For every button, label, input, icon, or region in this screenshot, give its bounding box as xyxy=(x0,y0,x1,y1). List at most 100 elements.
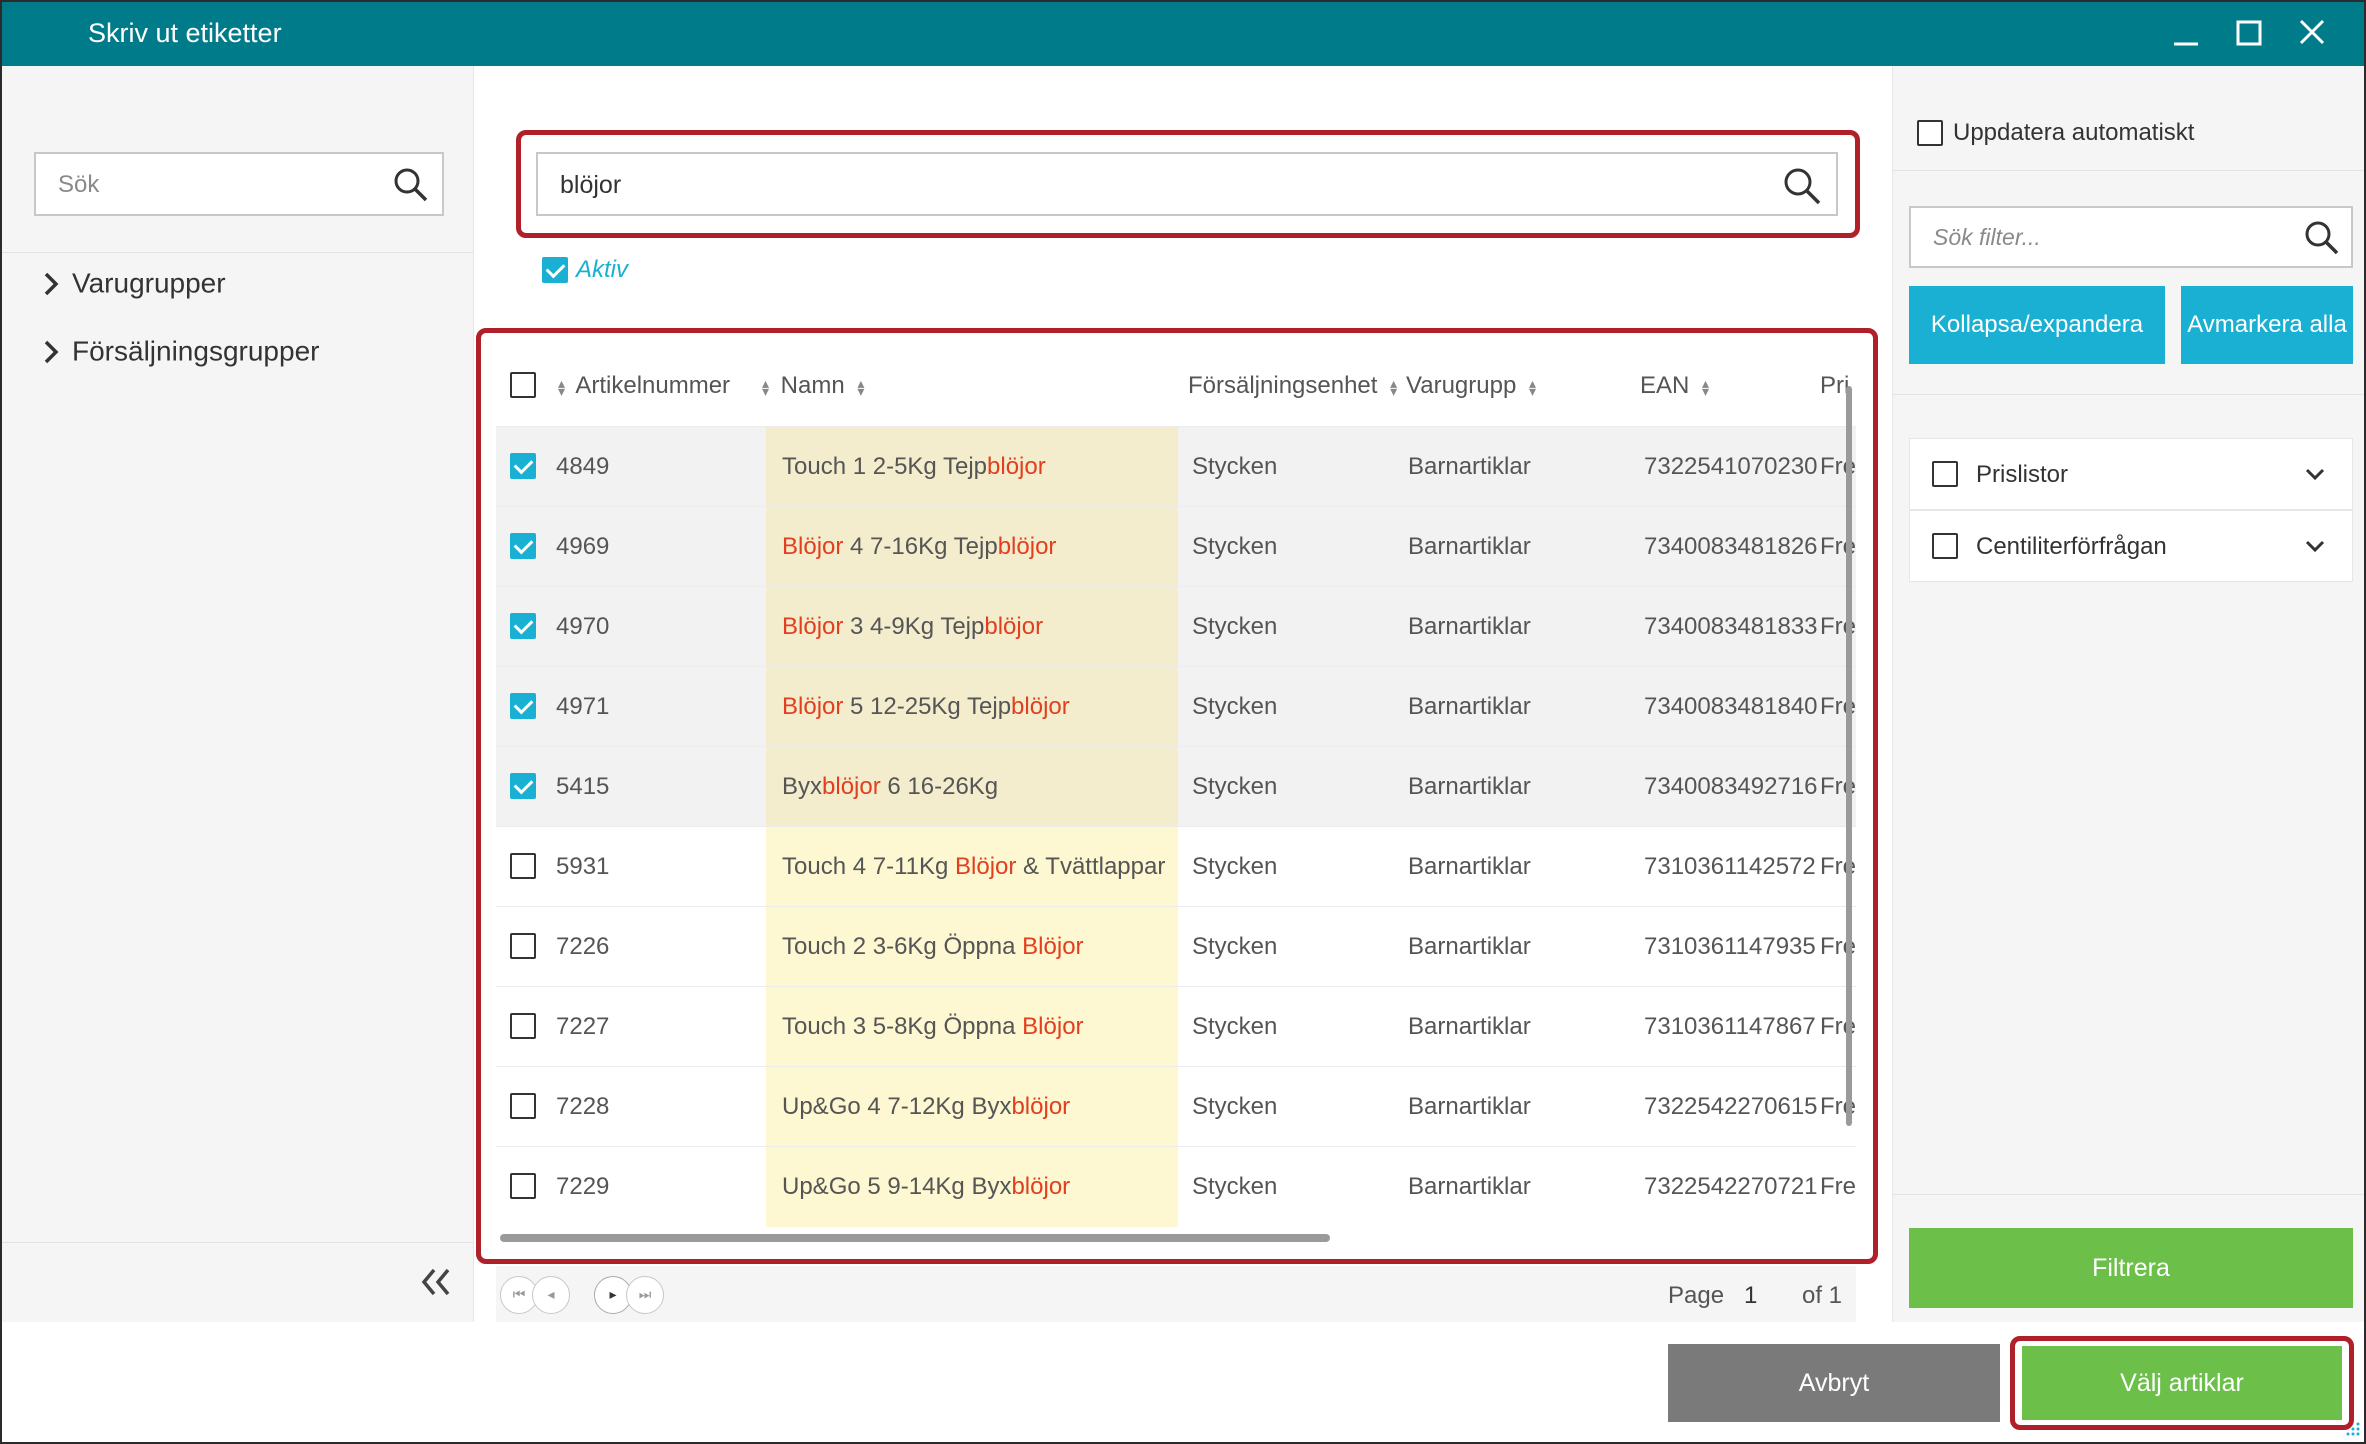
table-row[interactable]: 4849 Touch 1 2-5Kg Tejpblöjor Stycken Barna… xyxy=(496,426,1856,507)
checkbox[interactable] xyxy=(542,257,568,283)
aktiv-label: Aktiv xyxy=(576,256,629,283)
cell-forsaljningsenhet: Stycken xyxy=(1192,1093,1278,1120)
table-row[interactable]: 5415 Byxblöjor 6 16-26Kg Stycken Barnartikl… xyxy=(496,746,1856,827)
table-row[interactable]: 5931 Touch 4 7-11Kg Blöjor & Tvättlappar S… xyxy=(496,826,1856,907)
search-icon[interactable] xyxy=(392,166,430,204)
row-checkbox[interactable] xyxy=(510,693,536,719)
name-text: Touch 1 2-5Kg Tejp xyxy=(782,453,988,480)
row-checkbox[interactable] xyxy=(510,533,536,559)
row-checkbox[interactable] xyxy=(510,453,536,479)
cell-namn: Touch 3 5-8Kg Öppna Blöjor xyxy=(782,1013,1084,1041)
tree-search-input[interactable]: Sök xyxy=(34,152,444,216)
filter-search-input[interactable]: Sök filter... xyxy=(1909,206,2353,268)
cell-ean: 7322542270615 xyxy=(1644,1093,1818,1120)
aktiv-checkbox[interactable]: Aktiv xyxy=(542,256,628,290)
minimize-button[interactable] xyxy=(2162,12,2210,56)
cell-ean: 7340083481826 xyxy=(1644,533,1818,560)
maximize-icon xyxy=(2236,20,2262,46)
close-button[interactable] xyxy=(2288,12,2336,56)
collapse-panel-icon[interactable] xyxy=(416,1262,456,1302)
filter-label: Prislistor xyxy=(1976,461,2069,488)
row-checkbox[interactable] xyxy=(510,1093,536,1119)
search-match-text: Blöjor xyxy=(782,693,844,720)
cell-varugrupp: Barnartiklar xyxy=(1408,533,1531,560)
cell-varugrupp: Barnartiklar xyxy=(1408,773,1531,800)
cell-forsaljningsenhet: Stycken xyxy=(1192,613,1278,640)
cancel-button[interactable]: Avbryt xyxy=(1668,1344,2000,1422)
cell-forsaljningsenhet: Stycken xyxy=(1192,1173,1278,1200)
cell-ean: 7310361147935 xyxy=(1644,933,1816,960)
vertical-scrollbar[interactable] xyxy=(1846,386,1852,1126)
cell-forsaljningsenhet: Stycken xyxy=(1192,853,1278,880)
collapse-expand-button[interactable]: Kollapsa/expandera xyxy=(1909,286,2165,364)
row-checkbox[interactable] xyxy=(510,1013,536,1039)
sort-icon: ▴ ▾ xyxy=(1390,374,1398,399)
checkbox[interactable] xyxy=(1932,533,1958,559)
column-header-artikelnummer[interactable]: ▴ ▾ Artikelnummer xyxy=(552,372,730,400)
column-header-varugrupp[interactable]: Varugrupp ▴ ▾ xyxy=(1406,372,1541,400)
sort-icon: ▴ ▾ xyxy=(1702,374,1710,399)
row-checkbox[interactable] xyxy=(510,773,536,799)
last-page-button[interactable]: ⏭ xyxy=(626,1276,664,1314)
cell-varugrupp: Barnartiklar xyxy=(1408,1173,1531,1200)
table-row[interactable]: 7228 Up&Go 4 7-12Kg Byxblöjor Stycken Barna… xyxy=(496,1066,1856,1147)
cell-ean: 7310361142572 xyxy=(1644,853,1816,880)
row-checkbox[interactable] xyxy=(510,613,536,639)
search-match-text: blöjor xyxy=(1011,693,1070,720)
column-header-pri[interactable]: Pri xyxy=(1820,372,1849,400)
table-row[interactable]: 7226 Touch 2 3-6Kg Öppna Blöjor Stycken Bar… xyxy=(496,906,1856,987)
table-row[interactable]: 4969 Blöjor 4 7-16Kg Tejpblöjor Stycken Bar… xyxy=(496,506,1856,587)
column-header-forsaljningsenhet[interactable]: Försäljningsenhet ▴ ▾ xyxy=(1188,372,1402,400)
name-text: Up&Go 4 7-12Kg Byx xyxy=(782,1093,1012,1120)
row-checkbox[interactable] xyxy=(510,933,536,959)
name-text: 5 12-25Kg Tejp xyxy=(843,693,1012,720)
name-text: 3 4-9Kg Tejp xyxy=(843,613,985,640)
table-row[interactable]: 7227 Touch 3 5-8Kg Öppna Blöjor Stycken Bar… xyxy=(496,986,1856,1067)
sort-icon: ▴ ▾ xyxy=(558,374,566,399)
column-label: Pri xyxy=(1820,372,1850,399)
footer: Avbryt Välj artiklar xyxy=(2,1324,2364,1442)
column-label: Artikelnummer xyxy=(575,372,731,399)
filter-item-prislistor[interactable]: Prislistor xyxy=(1909,438,2353,510)
cell-artikelnummer: 7227 xyxy=(556,1013,610,1040)
deselect-all-button[interactable]: Avmarkera alla xyxy=(2181,286,2353,364)
filter-item-centiliterforfragan[interactable]: Centiliterförfrågan xyxy=(1909,510,2353,582)
table-row[interactable]: 4971 Blöjor 5 12-25Kg Tejpblöjor Stycken Ba… xyxy=(496,666,1856,747)
chevron-down-icon[interactable] xyxy=(2304,463,2326,485)
horizontal-scrollbar[interactable] xyxy=(500,1234,1330,1242)
cell-ean: 7322541070230 xyxy=(1644,453,1818,480)
column-label: Försäljningsenhet xyxy=(1188,372,1378,399)
row-checkbox[interactable] xyxy=(510,1173,536,1199)
select-all-checkbox[interactable] xyxy=(510,372,536,398)
cell-artikelnummer: 7226 xyxy=(556,933,610,960)
cell-artikelnummer: 7229 xyxy=(556,1173,610,1200)
title-bar: Skriv ut etiketter xyxy=(2,2,2364,66)
table-row[interactable]: 7229 Up&Go 5 9-14Kg Byxblöjor Stycken Barna… xyxy=(496,1146,1856,1227)
column-header-namn[interactable]: ▴ ▾ Namn ▴ ▾ xyxy=(756,372,869,400)
search-icon[interactable] xyxy=(1782,166,1822,206)
checkbox[interactable] xyxy=(1932,461,1958,487)
divider xyxy=(2,1242,474,1243)
name-text: & Tvättlappar xyxy=(1016,853,1166,880)
tree-item-varugrupper[interactable]: Varugrupper xyxy=(38,266,226,306)
select-articles-button[interactable]: Välj artiklar xyxy=(2022,1346,2342,1420)
article-search-value: blöjor xyxy=(560,171,622,199)
cell-pri: Fre xyxy=(1820,1173,1856,1200)
chevron-down-icon[interactable] xyxy=(2304,535,2326,557)
tree-item-forsaljningsgrupper[interactable]: Försäljningsgrupper xyxy=(38,334,319,374)
search-icon[interactable] xyxy=(2303,219,2341,257)
checkbox[interactable] xyxy=(1917,119,1943,146)
page-number[interactable]: 1 xyxy=(1744,1282,1757,1310)
auto-update-checkbox[interactable]: Uppdatera automatiskt xyxy=(1917,118,2194,147)
sort-icon: ▴ ▾ xyxy=(762,374,770,399)
table-row[interactable]: 4970 Blöjor 3 4-9Kg Tejpblöjor Stycken Barn… xyxy=(496,586,1856,667)
resize-grip-icon[interactable] xyxy=(2342,1420,2362,1440)
row-checkbox[interactable] xyxy=(510,853,536,879)
search-match-text: Blöjor xyxy=(782,533,844,560)
divider xyxy=(1893,1194,2364,1195)
filter-button[interactable]: Filtrera xyxy=(1909,1228,2353,1308)
maximize-button[interactable] xyxy=(2224,12,2272,56)
column-header-ean[interactable]: EAN ▴ ▾ xyxy=(1640,372,1714,400)
prev-page-button[interactable]: ◂ xyxy=(532,1276,570,1314)
article-search-input[interactable]: blöjor xyxy=(536,152,1838,216)
